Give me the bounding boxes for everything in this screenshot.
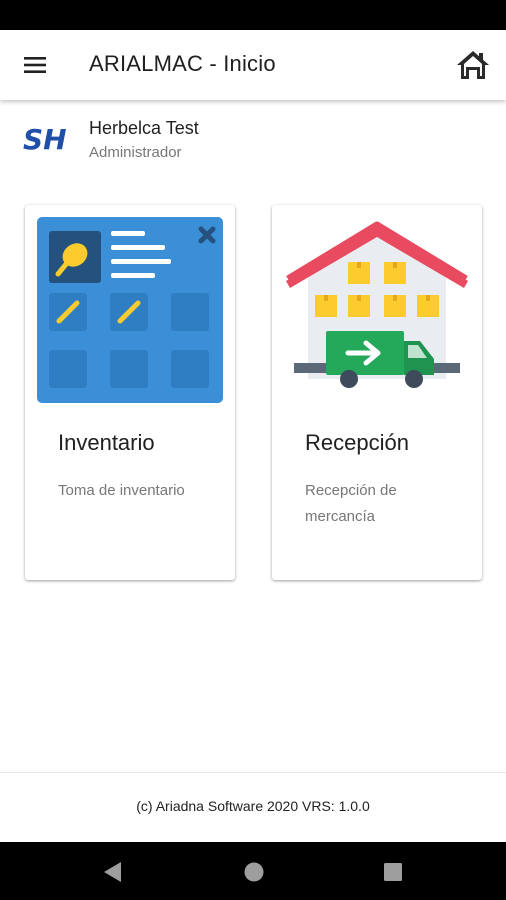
- card-title: Recepción: [305, 430, 409, 455]
- menu-button[interactable]: [17, 50, 53, 80]
- back-triangle-icon: [104, 862, 121, 882]
- home-button[interactable]: [455, 48, 491, 82]
- user-info: SH Herbelca Test Administrador: [0, 110, 506, 170]
- footer-text: (c) Ariadna Software 2020 VRS: 1.0.0: [136, 798, 370, 814]
- card-title: Inventario: [58, 430, 155, 455]
- home-circle-icon: [244, 862, 264, 882]
- company-logo: SH: [23, 123, 67, 156]
- status-bar: [0, 0, 506, 30]
- card-description: Toma de inventario: [58, 482, 185, 499]
- inventory-card[interactable]: Inventario Toma de inventario: [25, 205, 235, 580]
- user-name: Herbelca Test: [89, 118, 199, 138]
- card-description: Recepción de mercancía: [305, 482, 397, 525]
- recents-square-icon: [384, 863, 402, 881]
- app-bar: ARIALMAC - Inicio: [0, 30, 506, 100]
- warehouse-delivery-truck-icon: [286, 221, 468, 388]
- recents-button[interactable]: [380, 859, 406, 885]
- reception-card[interactable]: Recepción Recepción de mercancía: [272, 205, 482, 580]
- system-home-button[interactable]: [241, 859, 267, 885]
- back-button[interactable]: [100, 859, 126, 885]
- system-navigation-bar: [0, 842, 506, 900]
- hamburger-menu-icon: [24, 57, 46, 73]
- home-icon: [457, 51, 489, 79]
- inventory-board-icon: [37, 217, 223, 403]
- logo-text: SH: [23, 123, 67, 156]
- user-role: Administrador: [89, 144, 182, 161]
- page-title: ARIALMAC - Inicio: [89, 51, 276, 76]
- footer-divider: [0, 772, 506, 773]
